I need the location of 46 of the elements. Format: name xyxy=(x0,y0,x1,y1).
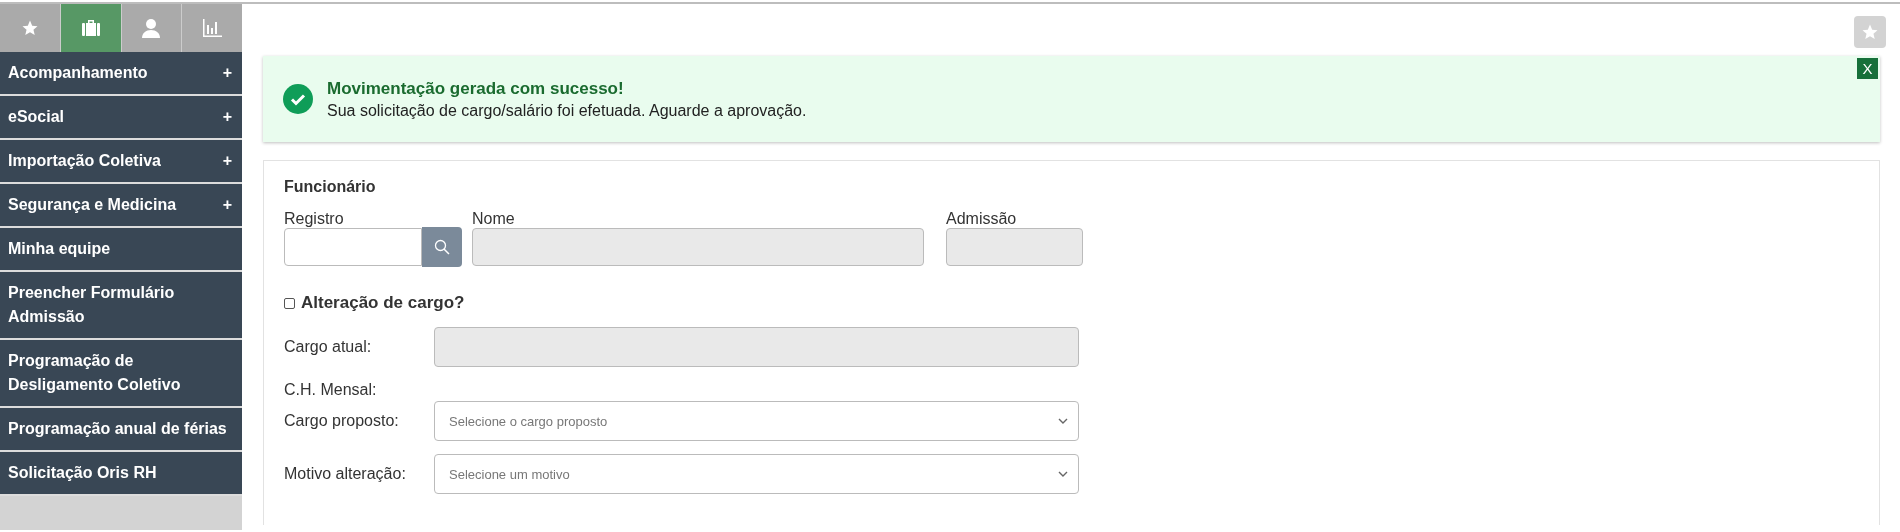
chevron-down-icon xyxy=(1058,471,1068,477)
sidebar-tab[interactable] xyxy=(60,4,121,52)
alert-title: Movimentação gerada com sucesso! xyxy=(327,78,625,99)
field-label: Cargo atual: xyxy=(284,338,373,356)
field-label: Nome xyxy=(472,210,516,228)
chevron-down-icon xyxy=(1058,418,1068,424)
star-icon xyxy=(1861,23,1879,41)
menu-item[interactable]: Segurança e Medicina + xyxy=(0,184,242,228)
field-label: C.H. Mensal: xyxy=(284,381,378,399)
checkbox[interactable] xyxy=(284,297,295,309)
menu-item[interactable]: Acompanhamento + xyxy=(0,52,242,96)
sidebar-tab[interactable] xyxy=(182,4,242,52)
menu-item[interactable]: Preencher Formulário Admissão xyxy=(0,272,242,340)
menu-item[interactable]: Programação de Desligamento Coletivo xyxy=(0,340,242,408)
menu-item[interactable]: Programação anual de férias xyxy=(0,408,242,452)
select-field[interactable]: Selecione o cargo proposto xyxy=(434,401,1079,441)
menu-item[interactable]: eSocial + xyxy=(0,96,242,140)
close-button[interactable]: X xyxy=(1857,58,1878,79)
field-label: Cargo proposto: xyxy=(284,412,400,430)
search-icon xyxy=(434,239,450,255)
section-title: Funcionário xyxy=(284,178,377,196)
briefcase-icon xyxy=(80,19,101,37)
alert-message: Sua solicitação de cargo/salário foi efetuada. Aguarde a aprovação. xyxy=(327,101,807,120)
menu-item[interactable]: Solicitação Oris RH xyxy=(0,452,242,496)
field-label: Registro xyxy=(284,210,345,228)
favorite-button[interactable] xyxy=(1854,16,1886,48)
field-label: Motivo alteração: xyxy=(284,465,407,483)
input-field[interactable] xyxy=(284,228,422,266)
sidebar-tab[interactable] xyxy=(121,4,182,52)
menu-item[interactable]: Minha equipe xyxy=(0,228,242,272)
check-circle-icon xyxy=(283,84,313,114)
select-placeholder: Selecione um motivo xyxy=(449,466,570,482)
expand-toggle[interactable]: + xyxy=(222,61,232,85)
expand-toggle[interactable]: + xyxy=(222,149,232,173)
checkbox-label: Alteração de cargo? xyxy=(301,293,465,313)
field-label: Admissão xyxy=(946,210,1018,228)
person-icon xyxy=(141,18,162,38)
expand-toggle[interactable]: + xyxy=(222,105,232,129)
select-field[interactable]: Selecione um motivo xyxy=(434,454,1079,494)
expand-toggle[interactable]: + xyxy=(222,193,232,217)
search-button[interactable] xyxy=(422,227,462,267)
select-placeholder: Selecione o cargo proposto xyxy=(449,413,608,429)
sidebar-tab[interactable] xyxy=(0,4,60,52)
menu-item[interactable]: Importação Coletiva + xyxy=(0,140,242,184)
bar-chart-icon xyxy=(202,19,223,37)
star-icon xyxy=(20,19,39,37)
